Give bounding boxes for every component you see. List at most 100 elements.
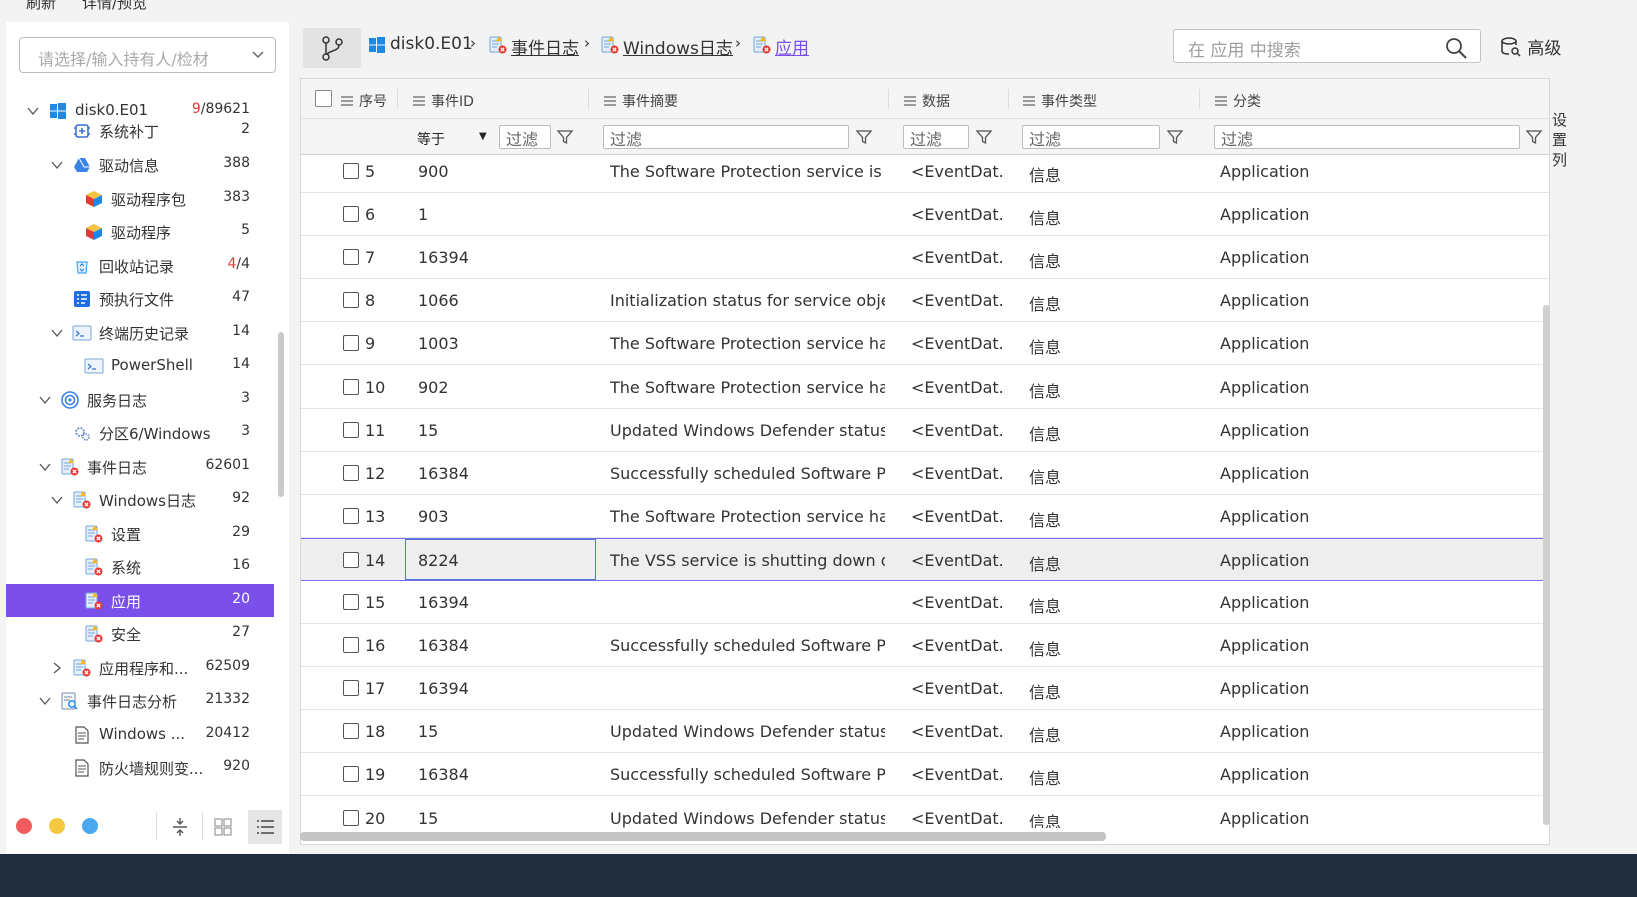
tree-item[interactable]: 终端历史记录 14	[6, 316, 274, 349]
tree-item[interactable]: Windows ... 20412	[6, 718, 274, 751]
chevron-right-icon[interactable]	[50, 661, 64, 675]
tree-item[interactable]: 系统补丁 2	[6, 114, 274, 147]
column-divider[interactable]	[1008, 89, 1009, 109]
table-row[interactable]: 6 1 <EventDat... 信息 Application	[301, 193, 1549, 237]
caret-down-icon[interactable]: ▼	[479, 131, 487, 142]
table-row[interactable]: 8 1066 Initialization status for service o…	[301, 279, 1549, 323]
row-checkbox[interactable]	[343, 723, 359, 740]
column-divider[interactable]	[1199, 89, 1200, 109]
table-row[interactable]: 7 16394 <EventDat... 信息 Application	[301, 236, 1549, 280]
chevron-down-icon[interactable]	[38, 694, 52, 708]
list-view-button[interactable]	[248, 810, 282, 844]
filter-operator-select[interactable]: 等于	[417, 129, 445, 149]
breadcrumb-item[interactable]: 应用	[775, 34, 809, 59]
breadcrumb-item[interactable]: 事件日志	[511, 34, 579, 59]
column-divider[interactable]	[588, 89, 589, 109]
table-row[interactable]: 15 16394 <EventDat... 信息 Application	[301, 581, 1549, 624]
chevron-down-icon[interactable]	[50, 158, 64, 172]
row-checkbox[interactable]	[343, 551, 359, 568]
table-row[interactable]: 20 15 Updated Windows Defender status... <E…	[301, 796, 1549, 828]
filter-icon[interactable]	[975, 128, 993, 146]
table-row[interactable]: 16 16384 Successfully scheduled Software P…	[301, 624, 1549, 668]
column-divider[interactable]	[888, 89, 889, 109]
table-row[interactable]: 17 16394 <EventDat... 信息 Application	[301, 667, 1549, 711]
branch-button[interactable]	[303, 28, 361, 68]
column-header-event-id[interactable]: 事件ID	[413, 91, 474, 111]
horizontal-scrollbar[interactable]	[300, 832, 1106, 841]
row-checkbox[interactable]	[343, 809, 359, 826]
table-row[interactable]: 13 903 The Software Protection service ha.…	[301, 494, 1549, 538]
tree-item[interactable]: 驱动信息 388	[6, 148, 274, 181]
tree-item[interactable]: 回收站记录 4/4	[6, 249, 274, 282]
tree-item[interactable]: 应用 20	[6, 584, 274, 617]
category-filter-input[interactable]: 过滤	[1214, 125, 1520, 149]
data-filter-input[interactable]: 过滤	[903, 125, 969, 149]
event-id-filter-input[interactable]: 过滤	[499, 125, 551, 149]
row-checkbox[interactable]	[343, 421, 359, 438]
grid-view-button[interactable]	[206, 810, 240, 844]
tree-item[interactable]: 驱动程序包 383	[6, 182, 274, 215]
breadcrumb-item[interactable]: Windows日志	[623, 34, 733, 59]
row-checkbox[interactable]	[343, 637, 359, 654]
tree-item[interactable]: 系统 16	[6, 550, 274, 583]
event-type-filter-input[interactable]: 过滤	[1022, 125, 1160, 149]
breadcrumb-item[interactable]: disk0.E01	[390, 34, 473, 54]
chevron-down-icon[interactable]	[50, 326, 64, 340]
select-all-checkbox[interactable]	[315, 90, 332, 107]
column-header-data[interactable]: 数据	[904, 91, 950, 111]
vertical-scrollbar[interactable]	[1543, 305, 1550, 825]
owner-select[interactable]: 请选择/输入持有人/检材	[19, 37, 276, 73]
column-header-event-type[interactable]: 事件类型	[1023, 91, 1097, 111]
table-row[interactable]: 12 16384 Successfully scheduled Software P…	[301, 451, 1549, 495]
advanced-search-button[interactable]: 高级	[1500, 34, 1561, 59]
tree-item[interactable]: Windows日志 92	[6, 483, 274, 516]
tree-item[interactable]: 设置 29	[6, 517, 274, 550]
column-header-seq[interactable]: 序号	[341, 91, 387, 111]
table-row[interactable]: 18 15 Updated Windows Defender status... <E…	[301, 710, 1549, 754]
summary-filter-input[interactable]: 过滤	[603, 125, 849, 149]
tree-item[interactable]: 分区6/Windows 3	[6, 416, 274, 449]
yellow-tag-dot[interactable]	[49, 818, 65, 834]
row-checkbox[interactable]	[343, 594, 359, 610]
row-checkbox[interactable]	[343, 163, 359, 179]
filter-icon[interactable]	[855, 128, 873, 146]
row-checkbox[interactable]	[343, 292, 359, 309]
tree-item[interactable]: PowerShell 14	[6, 349, 274, 382]
table-row[interactable]: 11 15 Updated Windows Defender status... <E…	[301, 408, 1549, 452]
tree-item[interactable]: 预执行文件 47	[6, 282, 274, 315]
tree-item[interactable]: 事件日志分析 21332	[6, 684, 274, 717]
row-checkbox[interactable]	[343, 766, 359, 783]
filter-icon[interactable]	[556, 128, 574, 146]
search-icon[interactable]	[1444, 36, 1468, 60]
filter-icon[interactable]	[1525, 128, 1543, 146]
table-row[interactable]: 10 902 The Software Protection service ha.…	[301, 365, 1549, 409]
detail-preview-menu-item[interactable]: 详情/预览	[82, 0, 147, 13]
tree-item[interactable]: 服务日志 3	[6, 383, 274, 416]
chevron-down-icon[interactable]	[50, 493, 64, 507]
column-divider[interactable]	[397, 89, 398, 109]
column-settings-tab[interactable]: 设 置 列	[1552, 110, 1572, 170]
table-row[interactable]: 5 900 The Software Protection service is .…	[301, 156, 1549, 193]
tree-item[interactable]: 应用程序和... 62509	[6, 651, 274, 684]
row-checkbox[interactable]	[343, 206, 359, 223]
tree-item[interactable]: 驱动程序 5	[6, 215, 274, 248]
blue-tag-dot[interactable]	[82, 818, 98, 834]
chevron-down-icon[interactable]	[38, 393, 52, 407]
row-checkbox[interactable]	[343, 335, 359, 352]
collapse-all-button[interactable]	[163, 810, 197, 844]
filter-icon[interactable]	[1166, 128, 1184, 146]
refresh-menu-item[interactable]: 刷新	[26, 0, 56, 13]
chevron-down-icon[interactable]	[38, 460, 52, 474]
column-header-summary[interactable]: 事件摘要	[604, 91, 678, 111]
table-row[interactable]: 9 1003 The Software Protection service ha.…	[301, 322, 1549, 366]
table-row[interactable]: 19 16384 Successfully scheduled Software P…	[301, 753, 1549, 797]
tree-item[interactable]: 安全 27	[6, 617, 274, 650]
row-checkbox[interactable]	[343, 680, 359, 697]
red-tag-dot[interactable]	[16, 818, 32, 834]
row-checkbox[interactable]	[343, 378, 359, 395]
search-input[interactable]: 在 应用 中搜索	[1173, 29, 1481, 63]
row-checkbox[interactable]	[343, 464, 359, 481]
tree-scrollbar[interactable]	[278, 332, 284, 497]
tree-item[interactable]: 防火墙规则变... 920	[6, 751, 274, 784]
column-header-category[interactable]: 分类	[1215, 91, 1261, 111]
